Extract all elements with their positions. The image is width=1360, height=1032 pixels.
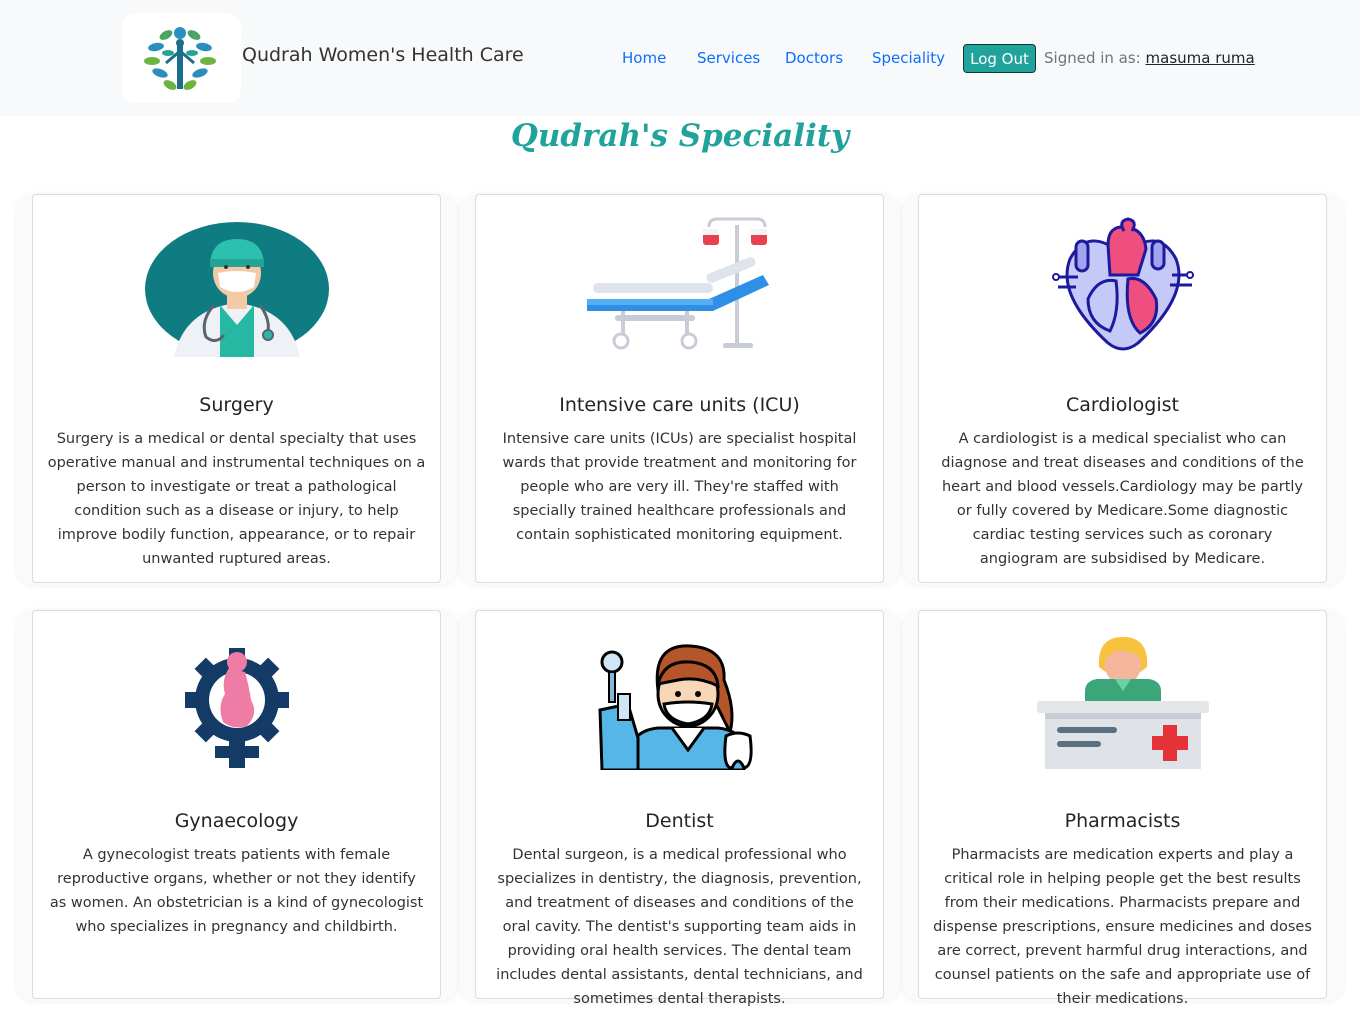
card-title: Dentist <box>645 810 714 832</box>
speciality-card-cardiologist: Cardiologist A cardiologist is a medical… <box>902 193 1344 585</box>
signed-in-label: Signed in as: <box>1044 49 1141 67</box>
speciality-card-gynaecology: Gynaecology A gynecologist treats patien… <box>16 609 458 1001</box>
speciality-card-dentist: Dentist Dental surgeon, is a medical pro… <box>459 609 901 1007</box>
speciality-card-pharmacists: Pharmacists Pharmacists are medication e… <box>902 609 1344 1007</box>
card-description: A gynecologist treats patients with fema… <box>49 847 424 935</box>
card-description: Dental surgeon, is a medical professiona… <box>496 847 863 1007</box>
nav-services[interactable]: Services <box>697 49 760 67</box>
heart-icon <box>919 215 1326 355</box>
card-title: Intensive care units (ICU) <box>559 394 800 416</box>
speciality-card-surgery: Surgery Surgery is a medical or dental s… <box>16 193 458 585</box>
card-description: Pharmacists are medication experts and p… <box>933 847 1312 1007</box>
brand-name[interactable]: Qudrah Women's Health Care <box>242 44 524 66</box>
card: Intensive care units (ICU) Intensive car… <box>475 194 884 583</box>
card-title: Cardiologist <box>1066 394 1179 416</box>
card-description: A cardiologist is a medical specialist w… <box>941 431 1304 567</box>
navbar: Qudrah Women's Health Care Home Services… <box>0 0 1360 116</box>
nav-home[interactable]: Home <box>622 49 666 67</box>
card: Cardiologist A cardiologist is a medical… <box>918 194 1327 583</box>
card: Dentist Dental surgeon, is a medical pro… <box>475 610 884 1007</box>
card-title: Pharmacists <box>1064 810 1181 832</box>
page-title: Qudrah's Speciality <box>510 118 850 154</box>
card-title: Surgery <box>199 394 274 416</box>
tree-logo-icon <box>144 27 216 90</box>
card-title: Gynaecology <box>174 810 299 832</box>
surgeon-icon <box>33 219 440 359</box>
nav-speciality[interactable]: Speciality <box>872 49 945 67</box>
user-name-link[interactable]: masuma ruma <box>1146 49 1255 67</box>
brand-logo[interactable] <box>122 13 241 103</box>
card-description: Surgery is a medical or dental specialty… <box>47 431 426 567</box>
dentist-icon <box>476 635 883 775</box>
hospital-bed-icon <box>476 215 883 355</box>
card: Gynaecology A gynecologist treats patien… <box>32 610 441 999</box>
pharmacist-icon <box>919 633 1326 773</box>
signed-in-info: Signed in as: masuma ruma <box>1044 49 1255 67</box>
card: Pharmacists Pharmacists are medication e… <box>918 610 1327 1007</box>
nav-doctors[interactable]: Doctors <box>785 49 843 67</box>
logout-button[interactable]: Log Out <box>963 44 1036 73</box>
speciality-card-icu: Intensive care units (ICU) Intensive car… <box>459 193 901 585</box>
card: Surgery Surgery is a medical or dental s… <box>32 194 441 583</box>
gynaecology-icon <box>33 635 440 775</box>
card-description: Intensive care units (ICUs) are speciali… <box>502 431 857 543</box>
